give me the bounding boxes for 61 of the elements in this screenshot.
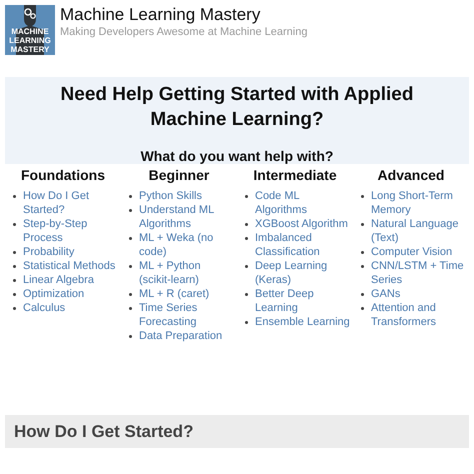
bullet-icon (245, 265, 248, 268)
topic-link[interactable]: ML + Python (scikit-learn) (139, 259, 235, 287)
topic-link[interactable]: Code ML Algorithms (255, 189, 351, 217)
topic-link[interactable]: GANs (371, 287, 400, 301)
bullet-icon (361, 195, 364, 198)
bullet-icon (13, 251, 16, 254)
bullet-icon (129, 307, 132, 310)
topic-link[interactable]: Statistical Methods (23, 259, 116, 273)
topic-link[interactable]: CNN/LSTM + Time Series (371, 259, 467, 287)
bullet-icon (13, 195, 16, 198)
topic-link[interactable]: Deep Learning (Keras) (255, 259, 351, 287)
topic-link[interactable]: Python Skills (139, 189, 202, 203)
topic-link[interactable]: Natural Language (Text) (371, 217, 467, 245)
topic-link[interactable]: Computer Vision (371, 245, 452, 259)
column-heading: Advanced (376, 166, 446, 184)
bullet-icon (13, 307, 16, 310)
topic-link[interactable]: Understand ML Algorithms (139, 203, 235, 231)
section-title: How Do I Get Started? (14, 420, 194, 443)
column-heading: Beginner (148, 166, 210, 184)
topic-link[interactable]: Calculus (23, 301, 66, 315)
bullet-icon (361, 307, 364, 310)
topic-link[interactable]: Optimization (23, 287, 84, 301)
column-heading: Foundations (20, 166, 106, 184)
bullet-icon (245, 223, 248, 226)
topic-link[interactable]: Ensemble Learning (255, 315, 350, 329)
site-title[interactable]: Machine Learning Mastery (60, 5, 308, 25)
bullet-icon (129, 195, 132, 198)
panel-subheading: What do you want help with? (140, 147, 334, 165)
bullet-icon (245, 293, 248, 296)
bullet-icon (129, 237, 132, 240)
topic-link[interactable]: Imbalanced Classification (255, 231, 351, 259)
bullet-icon (361, 251, 364, 254)
topic-link[interactable]: How Do I Get Started? (23, 189, 119, 217)
topic-link[interactable]: Long Short-Term Memory (371, 189, 467, 217)
bullet-icon (361, 293, 364, 296)
panel-heading: Need Help Getting Started with Applied Machine Learning? (60, 83, 414, 132)
column-heading: Intermediate (252, 166, 338, 184)
topic-link[interactable]: Attention and Transformers (371, 301, 467, 329)
bullet-icon (13, 223, 16, 226)
bullet-icon (13, 279, 16, 282)
bullet-icon (129, 265, 132, 268)
topic-link[interactable]: Linear Algebra (23, 273, 94, 287)
bullet-icon (245, 321, 248, 324)
topic-link[interactable]: Time Series Forecasting (139, 301, 235, 329)
site-tagline: Making Developers Awesome at Machine Learning (60, 25, 308, 39)
topic-link[interactable]: ML + Weka (no code) (139, 231, 235, 259)
topic-link[interactable]: XGBoost Algorithm (255, 217, 348, 231)
topic-link[interactable]: Probability (23, 245, 74, 259)
bullet-icon (13, 293, 16, 296)
topic-link[interactable]: Data Preparation (139, 329, 222, 343)
topic-link[interactable]: Better Deep Learning (255, 287, 351, 315)
bullet-icon (245, 237, 248, 240)
bullet-icon (129, 335, 132, 338)
bullet-icon (13, 265, 16, 268)
bullet-icon (129, 293, 132, 296)
bullet-icon (129, 209, 132, 212)
topic-link[interactable]: ML + R (caret) (139, 287, 210, 301)
topic-link[interactable]: Step-by-Step Process (23, 217, 119, 245)
bullet-icon (245, 195, 248, 198)
bullet-icon (361, 223, 364, 226)
bullet-icon (361, 265, 364, 268)
